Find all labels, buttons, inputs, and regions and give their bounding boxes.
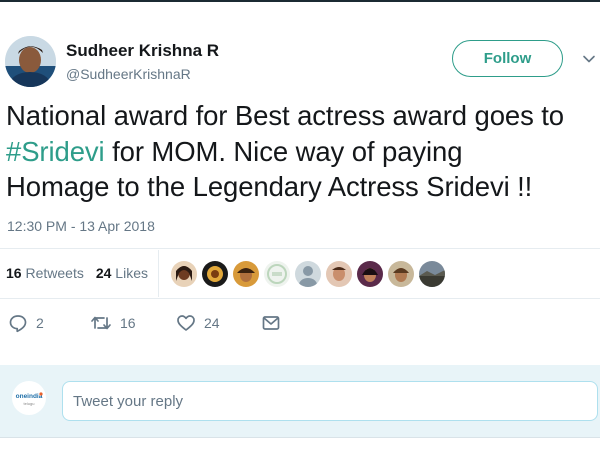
tweet-timestamp[interactable]: 12:30 PM - 13 Apr 2018 [7,218,155,234]
retweets-stat[interactable]: 16 Retweets [6,265,84,281]
chevron-down-icon[interactable] [582,52,596,66]
retweet-count: 16 [120,315,136,331]
liker-avatar[interactable] [233,261,259,287]
viewer-avatar: oneindia telugu [12,381,46,415]
tweet-line-3: Homage to the Legendary Actress Sridevi … [6,171,533,202]
retweet-action[interactable]: 16 [90,313,136,333]
retweet-icon [91,316,111,330]
like-action[interactable]: 24 [176,313,220,333]
liker-avatar[interactable] [388,261,414,287]
bottom-border [0,437,600,438]
hashtag-link[interactable]: #Sridevi [6,136,105,167]
author-avatar[interactable] [5,36,56,87]
tweet-line-2: #Sridevi for MOM. Nice way of paying [6,134,596,170]
tweet-line-1: National award for Best actress award go… [6,100,565,131]
reply-input[interactable] [62,381,598,421]
divider [0,298,600,299]
reply-icon [9,315,27,333]
svg-text:oneindia: oneindia [16,393,43,400]
liker-avatar[interactable] [264,261,290,287]
likes-stat[interactable]: 24 Likes [96,265,148,281]
liker-avatar[interactable] [326,261,352,287]
tweet-text: National award for Best actress award go… [6,98,596,205]
retweets-label: Retweets [25,265,84,281]
oneindia-logo: oneindia telugu [16,392,43,406]
liker-avatars [171,261,445,287]
reply-action[interactable]: 2 [8,313,44,333]
heart-icon [177,315,195,331]
author-handle[interactable]: @SudheerKrishnaR [66,66,191,82]
avatar-image [5,36,56,87]
direct-message-action[interactable] [261,313,281,333]
liker-avatar[interactable] [357,261,383,287]
direct-message-icon [262,316,280,330]
stats-separator [158,250,159,297]
liker-avatar[interactable] [171,261,197,287]
reply-count: 2 [36,315,44,331]
like-count: 24 [204,315,220,331]
engagement-stats: 16 Retweets 24 Likes [6,265,148,281]
liker-avatar[interactable] [295,261,321,287]
likes-label: Likes [115,265,148,281]
retweets-count: 16 [6,265,22,281]
svg-text:telugu: telugu [24,401,35,406]
follow-button[interactable]: Follow [452,40,563,77]
likes-count: 24 [95,265,112,281]
liker-avatar[interactable] [419,261,445,287]
author-name[interactable]: Sudheer Krishna R [66,41,219,61]
tweet-line-2-text: for MOM. Nice way of paying [104,135,463,167]
liker-avatar[interactable] [202,261,228,287]
top-border [0,0,600,2]
divider [0,248,600,249]
